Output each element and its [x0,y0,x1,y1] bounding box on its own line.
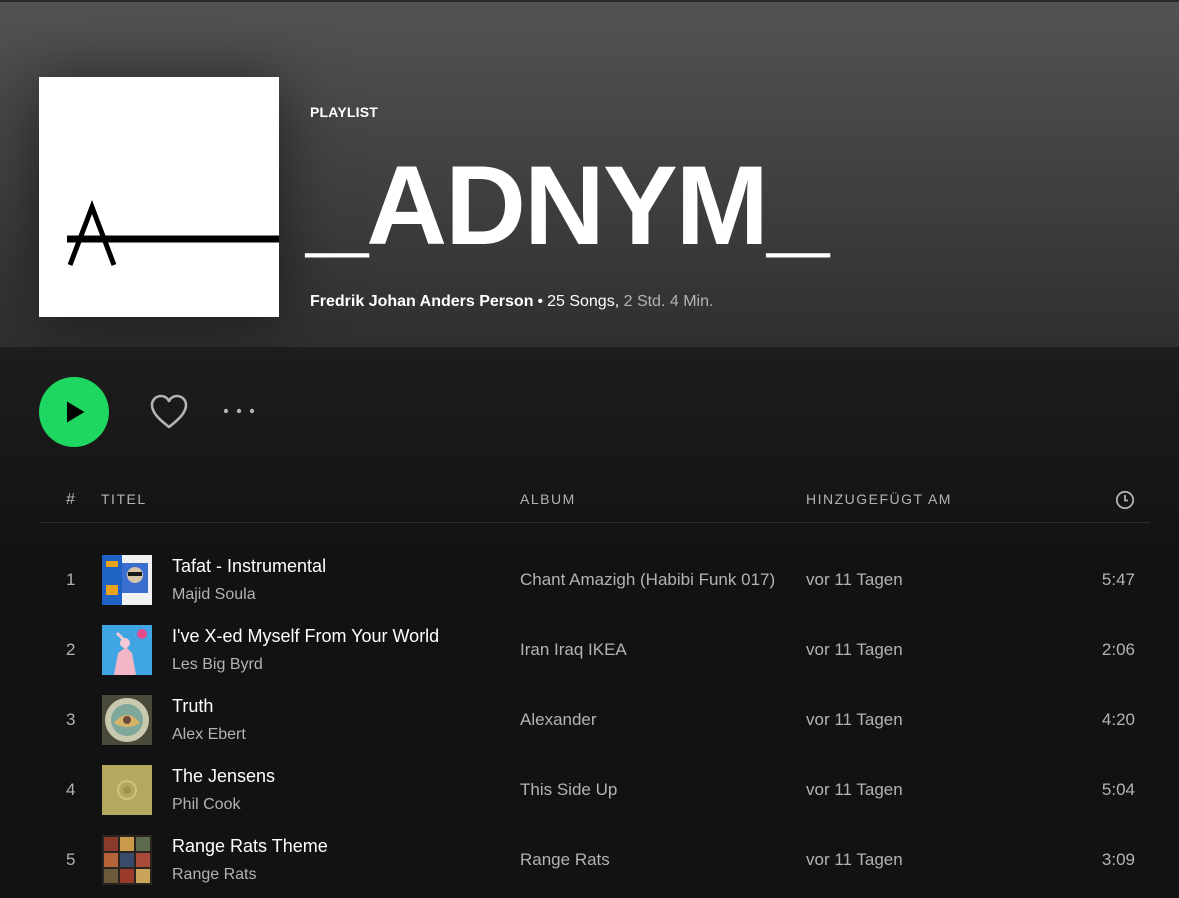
playlist-title: _ADNYM_ [306,143,829,268]
track-title: Tafat - Instrumental [172,556,327,576]
playlist-duration: 2 Std. 4 Min. [623,293,714,310]
track-artist-link[interactable]: Phil Cook [172,796,240,814]
track-number: 1 [66,570,76,589]
track-title: Range Rats Theme [172,836,328,856]
playlist-content: # TITEL ALBUM HINZUGEFÜGT AM 1 Tafat - I… [0,347,1179,898]
track-album-link[interactable]: This Side Up [520,780,617,800]
track-added-date: vor 11 Tagen [806,640,903,659]
album-art-icon [102,835,152,885]
track-added-date: vor 11 Tagen [806,850,903,869]
track-artist-link[interactable]: Range Rats [172,866,257,884]
clock-icon [1115,490,1135,510]
track-cover [102,555,152,605]
more-options-button[interactable] [222,399,256,423]
album-art-icon [102,765,152,815]
track-duration: 2:06 [1101,640,1135,659]
track-number: 5 [66,850,76,869]
playlist-meta: PLAYLIST _ADNYM_ [306,104,1170,262]
adnym-logo-icon [39,77,279,317]
column-album[interactable]: ALBUM [520,491,576,507]
track-duration: 4:20 [1101,710,1135,729]
track-row[interactable]: 1 Tafat - Instrumental Majid Soula Chant… [40,545,1150,615]
play-icon [67,401,85,423]
track-artist-link[interactable]: Majid Soula [172,586,256,604]
playlist-header: PLAYLIST _ADNYM_ Fredrik Johan Anders Pe… [0,0,1179,347]
heart-icon [150,394,188,429]
track-cover [102,625,152,675]
track-cover [102,695,152,745]
track-duration: 5:04 [1101,780,1135,799]
track-duration: 3:09 [1101,850,1135,869]
track-cover [102,765,152,815]
like-button[interactable] [148,392,190,432]
track-artist-link[interactable]: Alex Ebert [172,726,246,744]
track-row[interactable]: 2 I've X-ed Myself From Your World Les B… [40,615,1150,685]
track-number: 3 [66,710,76,729]
track-album-link[interactable]: Chant Amazigh (Habibi Funk 017) [520,570,775,590]
playlist-cover[interactable] [39,77,279,317]
track-title: The Jensens [172,766,276,786]
track-cover [102,835,152,885]
track-album-link[interactable]: Iran Iraq IKEA [520,640,627,660]
playlist-owner-link[interactable]: Fredrik Johan Anders Person [310,293,533,310]
playlist-page: PLAYLIST _ADNYM_ Fredrik Johan Anders Pe… [0,0,1179,898]
track-added-date: vor 11 Tagen [806,780,903,799]
track-number: 2 [66,640,76,659]
track-title: I've X-ed Myself From Your World [172,626,440,646]
tracklist-header: # TITEL ALBUM HINZUGEFÜGT AM [40,487,1150,523]
track-added-date: vor 11 Tagen [806,570,903,589]
track-album-link[interactable]: Range Rats [520,850,610,870]
track-row[interactable]: 3 Truth Alex Ebert Alexander vor 11 Tage… [40,685,1150,755]
column-title[interactable]: TITEL [101,491,147,507]
album-art-icon [102,695,152,745]
album-art-icon [102,625,152,675]
playlist-song-count: 25 Songs, [547,293,620,310]
track-album-link[interactable]: Alexander [520,710,597,730]
track-title: Truth [172,696,214,716]
play-button[interactable] [39,377,109,447]
track-row[interactable]: 4 The Jensens Phil Cook This Side Up vor… [40,755,1150,825]
column-number: # [66,491,75,508]
album-art-icon [102,555,152,605]
track-added-date: vor 11 Tagen [806,710,903,729]
more-horizontal-icon [223,408,255,414]
subline-separator: • [537,293,544,310]
playlist-type-label: PLAYLIST [310,104,378,120]
track-row[interactable]: 5 Range Rats Theme Range Rats Range Rats… [40,825,1150,895]
track-artist-link[interactable]: Les Big Byrd [172,656,263,674]
tracklist: 1 Tafat - Instrumental Majid Soula Chant… [40,545,1150,895]
playlist-subline: Fredrik Johan Anders Person • 25 Songs, 2 … [310,293,713,311]
track-number: 4 [66,780,76,799]
column-duration[interactable] [1115,490,1135,513]
column-added[interactable]: HINZUGEFÜGT AM [806,491,952,507]
track-duration: 5:47 [1101,570,1135,589]
